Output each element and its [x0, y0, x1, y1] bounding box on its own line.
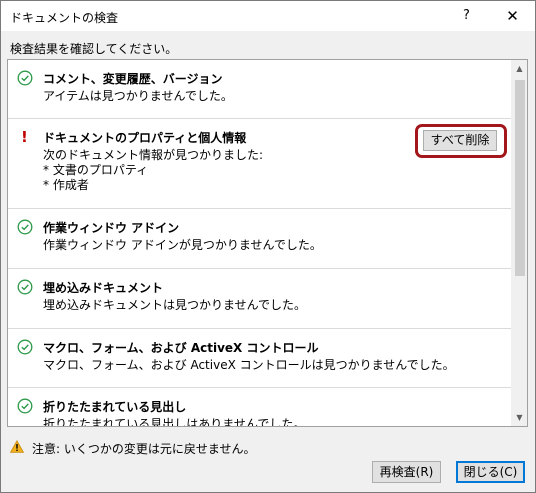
highlight-frame: すべて削除 [415, 124, 507, 158]
result-item-comments: コメント、変更履歴、バージョン アイテムは見つかりませんでした。 [8, 60, 511, 119]
result-title: ドキュメントのプロパティと個人情報 [43, 131, 247, 145]
dialog-title: ドキュメントの検査 [10, 11, 119, 25]
vertical-scrollbar[interactable]: ▲ ▼ [511, 60, 527, 426]
result-line: 作業ウィンドウ アドインが見つかりませんでした。 [43, 238, 322, 252]
check-circle-icon [17, 339, 33, 355]
scroll-thumb[interactable] [515, 80, 525, 276]
result-item-addins: 作業ウィンドウ アドイン 作業ウィンドウ アドインが見つかりませんでした。 [8, 209, 511, 269]
inspection-results-list: コメント、変更履歴、バージョン アイテムは見つかりませんでした。 ! ドキュメン… [7, 59, 528, 427]
result-title: コメント、変更履歴、バージョン [43, 72, 223, 86]
result-title: 折りたたまれている見出し [43, 400, 187, 414]
warning-triangle-icon [10, 440, 24, 453]
document-inspector-dialog: ドキュメントの検査 ? ✕ 検査結果を確認してください。 コメント、変更履歴、バ… [0, 0, 536, 493]
close-button[interactable]: 閉じる(C) [456, 461, 525, 483]
check-circle-icon [17, 70, 33, 86]
result-description: 作業ウィンドウ アドインが見つかりませんでした。 [43, 238, 322, 253]
close-window-button[interactable]: ✕ [490, 1, 535, 31]
result-title: 埋め込みドキュメント [43, 281, 164, 295]
warning-note: 注意: いくつかの変更は元に戻せません。 [32, 442, 256, 456]
result-line: 折りたたまれている見出しはありませんでした。 [43, 417, 306, 427]
result-item-macros: マクロ、フォーム、および ActiveX コントロール マクロ、フォーム、および… [8, 329, 511, 388]
result-item-properties: ! ドキュメントのプロパティと個人情報 次のドキュメント情報が見つかりました: … [8, 119, 511, 209]
result-description: アイテムは見つかりませんでした。 [43, 89, 233, 104]
result-line: * 作成者 [43, 178, 89, 192]
help-button[interactable]: ? [444, 1, 489, 31]
result-description: マクロ、フォーム、および ActiveX コントロールは見つかりませんでした。 [43, 358, 455, 373]
result-line: 埋め込みドキュメントは見つかりませんでした。 [43, 298, 307, 312]
result-line: * 文書のプロパティ [43, 163, 149, 177]
title-bar: ドキュメントの検査 ? ✕ [1, 1, 535, 31]
instruction-text: 検査結果を確認してください。 [10, 42, 178, 56]
result-line: アイテムは見つかりませんでした。 [43, 89, 233, 103]
scroll-up-arrow-icon[interactable]: ▲ [511, 60, 527, 77]
result-title: 作業ウィンドウ アドイン [43, 221, 180, 235]
result-title: マクロ、フォーム、および ActiveX コントロール [43, 341, 319, 355]
remove-all-button[interactable]: すべて削除 [423, 130, 497, 151]
result-description: 次のドキュメント情報が見つかりました: * 文書のプロパティ * 作成者 [43, 148, 263, 193]
result-item-headings: 折りたたまれている見出し 折りたたまれている見出しはありませんでした。 [8, 388, 511, 427]
check-circle-icon [17, 398, 33, 414]
reinspect-button[interactable]: 再検査(R) [372, 461, 441, 483]
check-circle-icon [17, 219, 33, 235]
results-content: コメント、変更履歴、バージョン アイテムは見つかりませんでした。 ! ドキュメン… [8, 60, 511, 427]
result-description: 折りたたまれている見出しはありませんでした。 [43, 417, 306, 427]
check-circle-icon [17, 279, 33, 295]
result-item-embedded: 埋め込みドキュメント 埋め込みドキュメントは見つかりませんでした。 [8, 269, 511, 329]
result-description: 埋め込みドキュメントは見つかりませんでした。 [43, 298, 306, 313]
exclamation-icon: ! [21, 128, 28, 146]
result-line: マクロ、フォーム、および ActiveX コントロールは見つかりませんでした。 [43, 358, 455, 372]
scroll-down-arrow-icon[interactable]: ▼ [511, 409, 527, 426]
result-line: 次のドキュメント情報が見つかりました: [43, 148, 264, 162]
